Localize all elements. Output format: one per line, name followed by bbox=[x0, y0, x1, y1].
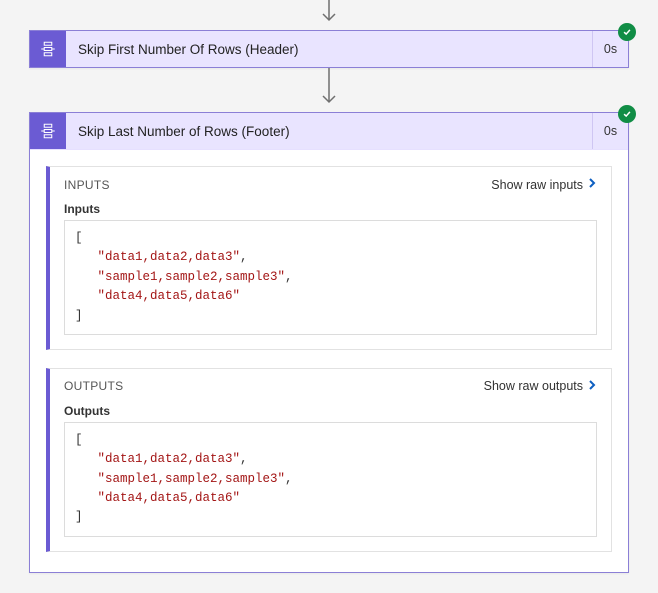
show-raw-inputs-label: Show raw inputs bbox=[491, 178, 583, 192]
status-success-badge bbox=[618, 23, 636, 41]
step-skip-last-rows[interactable]: Skip Last Number of Rows (Footer) 0s INP… bbox=[29, 112, 629, 573]
chevron-right-icon bbox=[587, 177, 597, 192]
outputs-field-label: Outputs bbox=[64, 404, 597, 418]
inputs-value-box: [ "data1,data2,data3", "sample1,sample2,… bbox=[64, 220, 597, 335]
step-header[interactable]: Skip Last Number of Rows (Footer) 0s bbox=[30, 113, 628, 149]
inputs-section: INPUTS Show raw inputs Inputs [ "data1,d… bbox=[46, 166, 612, 350]
inputs-field-label: Inputs bbox=[64, 202, 597, 216]
inputs-heading: INPUTS bbox=[64, 178, 110, 192]
flow-arrow-mid bbox=[317, 68, 341, 112]
chevron-right-icon bbox=[587, 379, 597, 394]
show-raw-inputs-link[interactable]: Show raw inputs bbox=[491, 177, 597, 192]
flow-arrow-top bbox=[317, 0, 341, 30]
show-raw-outputs-link[interactable]: Show raw outputs bbox=[484, 379, 597, 394]
outputs-heading: OUTPUTS bbox=[64, 379, 123, 393]
compose-action-icon bbox=[30, 113, 66, 149]
step-body: INPUTS Show raw inputs Inputs [ "data1,d… bbox=[30, 149, 628, 572]
show-raw-outputs-label: Show raw outputs bbox=[484, 379, 583, 393]
outputs-section: OUTPUTS Show raw outputs Outputs [ "data… bbox=[46, 368, 612, 552]
step-header[interactable]: Skip First Number Of Rows (Header) 0s bbox=[30, 31, 628, 67]
step-skip-first-rows[interactable]: Skip First Number Of Rows (Header) 0s bbox=[29, 30, 629, 68]
compose-action-icon bbox=[30, 31, 66, 67]
status-success-badge bbox=[618, 105, 636, 123]
step-title: Skip First Number Of Rows (Header) bbox=[66, 42, 592, 57]
outputs-value-box: [ "data1,data2,data3", "sample1,sample2,… bbox=[64, 422, 597, 537]
step-title: Skip Last Number of Rows (Footer) bbox=[66, 124, 592, 139]
